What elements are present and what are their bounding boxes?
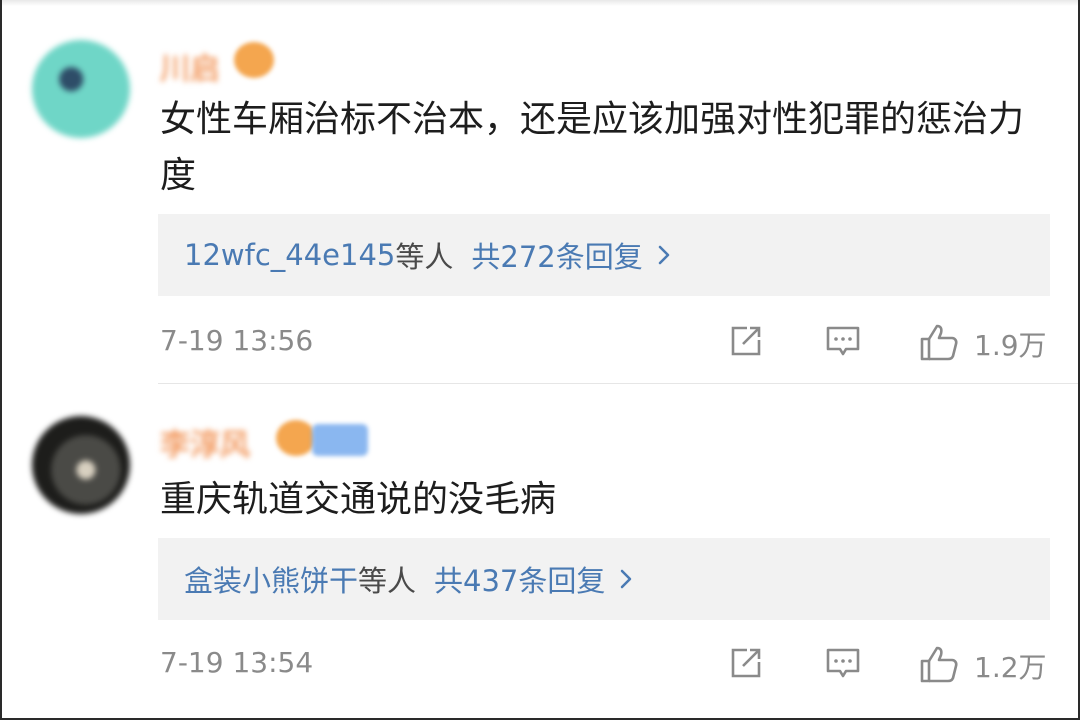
reply-count[interactable]: 共437条回复 — [434, 558, 605, 600]
reply-users[interactable]: 盒装小熊饼干 — [184, 558, 358, 600]
comment-icon — [824, 322, 862, 364]
user-badge — [312, 424, 368, 456]
reply-suffix: 等人 — [395, 240, 454, 274]
like-count: 1.9万 — [974, 329, 1047, 362]
comment-meta: 7-19 13:56 1.9万 — [0, 312, 1080, 372]
username[interactable]: 李淳风 — [160, 420, 250, 464]
comment-button[interactable] — [824, 644, 862, 686]
comment-text: 重庆轨道交通说的没毛病 — [160, 479, 557, 520]
share-icon — [727, 644, 765, 686]
crown-icon — [276, 420, 316, 456]
reply-count[interactable]: 共272条回复 — [471, 234, 642, 276]
comment-item: 川启 女性车厢治标不治本，还是应该加强对性犯罪的惩治力度 12wfc_44e14… — [0, 0, 1080, 384]
username[interactable]: 川启 — [160, 44, 220, 88]
comment-text: 女性车厢治标不治本，还是应该加强对性犯罪的惩治力度 — [160, 99, 1025, 196]
share-button[interactable] — [727, 644, 765, 686]
share-icon — [727, 322, 765, 364]
thumbs-up-icon — [918, 322, 960, 366]
crown-icon — [234, 42, 274, 78]
reply-suffix: 等人 — [358, 564, 417, 598]
avatar[interactable] — [32, 416, 130, 514]
timestamp: 7-19 13:54 — [160, 646, 314, 679]
comment-meta: 7-19 13:54 1.2万 — [0, 634, 1080, 694]
like-button[interactable]: 1.2万 — [918, 644, 1047, 688]
share-button[interactable] — [727, 322, 765, 364]
chevron-right-icon — [619, 568, 633, 590]
comment-icon — [824, 644, 862, 686]
like-button[interactable]: 1.9万 — [918, 322, 1047, 366]
replies-summary-button[interactable]: 盒装小熊饼干 等人 共437条回复 — [158, 538, 1050, 620]
reply-users[interactable]: 12wfc_44e145 — [184, 238, 395, 272]
comment-button[interactable] — [824, 322, 862, 364]
timestamp: 7-19 13:56 — [160, 324, 314, 357]
chevron-right-icon — [657, 244, 671, 266]
replies-summary-button[interactable]: 12wfc_44e145 等人 共272条回复 — [158, 214, 1050, 296]
like-count: 1.2万 — [974, 651, 1047, 684]
comment-item: 李淳风 重庆轨道交通说的没毛病 盒装小熊饼干 等人 共437条回复 7-19 1… — [0, 384, 1080, 720]
thumbs-up-icon — [918, 644, 960, 688]
avatar[interactable] — [32, 40, 130, 138]
